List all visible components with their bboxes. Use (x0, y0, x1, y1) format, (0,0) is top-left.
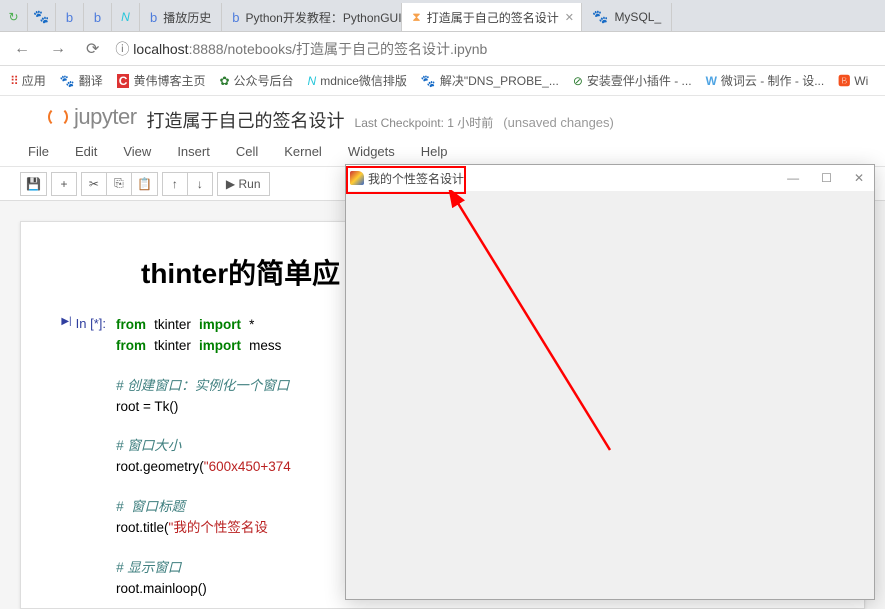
browser-tab-bar: ↻ 🐾 b b N b播放历史 bPython开发教程：PythonGUI图✕ … (0, 0, 885, 32)
tk-feather-icon (350, 171, 364, 185)
tab-label: 打造属于自己的签名设计 (427, 9, 559, 26)
menu-widgets[interactable]: Widgets (348, 144, 395, 159)
unsaved-label: (unsaved changes) (503, 115, 614, 130)
plus-icon: + (60, 177, 67, 191)
menu-view[interactable]: View (123, 144, 151, 159)
tk-title-bar[interactable]: 我的个性签名设计 — ☐ ✕ (346, 165, 874, 191)
tab-label: MySQL_ (614, 10, 661, 24)
run-icon: ▶ (226, 177, 235, 191)
url-bar: ← → ⟳ ⓘ localhost:8888/notebooks/打造属于自己的… (0, 32, 885, 66)
menu-edit[interactable]: Edit (75, 144, 97, 159)
tab-mysql[interactable]: 🐾MySQL_ (582, 3, 672, 31)
minimize-button[interactable]: — (781, 169, 805, 187)
menu-insert[interactable]: Insert (177, 144, 210, 159)
reload-button[interactable]: ⟳ (82, 37, 103, 61)
bookmark-item[interactable]: 🅱Wi (838, 72, 868, 89)
bookmark-item[interactable]: C黄伟博客主页 (117, 72, 206, 89)
menu-cell[interactable]: Cell (236, 144, 258, 159)
bookmark-item[interactable]: 🐾翻译 (60, 72, 103, 89)
move-down-button[interactable]: ↓ (187, 172, 213, 196)
run-button[interactable]: ▶ Run (217, 172, 270, 196)
cut-icon: ✂ (89, 177, 99, 191)
tab-label: Python开发教程：PythonGUI图 (245, 9, 402, 26)
info-icon: ⓘ (115, 41, 129, 57)
pinned-tab[interactable]: ↻ (0, 3, 28, 31)
bookmark-item[interactable]: Nmdnice微信排版 (308, 72, 407, 89)
forward-button[interactable]: → (46, 38, 70, 60)
save-button[interactable]: 💾 (20, 172, 47, 196)
save-icon: 💾 (26, 177, 41, 191)
pinned-tab[interactable]: 🐾 (28, 3, 56, 31)
bookmark-item[interactable]: 🐾解决"DNS_PROBE_... (421, 72, 559, 89)
menu-file[interactable]: File (28, 144, 49, 159)
add-cell-button[interactable]: + (51, 172, 77, 196)
menu-bar: File Edit View Insert Cell Kernel Widget… (0, 137, 885, 167)
copy-icon: ⎘ (114, 176, 124, 191)
pinned-tab[interactable]: N (112, 3, 140, 31)
copy-button[interactable]: ⎘ (106, 172, 132, 196)
url-display[interactable]: ⓘ localhost:8888/notebooks/打造属于自己的签名设计.i… (115, 39, 487, 59)
code-content[interactable]: from tkinter import * from tkinter impor… (116, 316, 291, 600)
cell-prompt: ▶|In [*]: (21, 316, 116, 600)
jupyter-logo[interactable]: jupyter (48, 104, 137, 130)
bookmark-item[interactable]: W微词云 - 制作 - 设... (706, 72, 825, 89)
menu-help[interactable]: Help (421, 144, 448, 159)
tkinter-window[interactable]: 我的个性签名设计 — ☐ ✕ (345, 164, 875, 600)
cut-button[interactable]: ✂ (81, 172, 107, 196)
tab-signature-design[interactable]: ⧗打造属于自己的签名设计✕ (402, 3, 582, 31)
bookmarks-bar: ⠿应用 🐾翻译 C黄伟博客主页 ✿公众号后台 Nmdnice微信排版 🐾解决"D… (0, 66, 885, 96)
pinned-tab[interactable]: b (56, 3, 84, 31)
pinned-tab[interactable]: b (84, 3, 112, 31)
close-icon[interactable]: ✕ (565, 11, 574, 24)
checkpoint-info: Last Checkpoint: 1 小时前 (355, 114, 494, 131)
bookmark-item[interactable]: ⊘安装壹伴小插件 - ... (573, 72, 692, 89)
apps-button[interactable]: ⠿应用 (10, 72, 46, 89)
menu-kernel[interactable]: Kernel (284, 144, 322, 159)
paste-button[interactable]: 📋 (131, 172, 158, 196)
jupyter-header: jupyter 打造属于自己的签名设计 Last Checkpoint: 1 小… (0, 96, 885, 137)
tab-python-tutorial[interactable]: bPython开发教程：PythonGUI图✕ (222, 3, 402, 31)
maximize-button[interactable]: ☐ (815, 169, 838, 187)
tk-window-title: 我的个性签名设计 (368, 170, 464, 187)
bookmark-item[interactable]: ✿公众号后台 (219, 72, 293, 89)
up-icon: ↑ (172, 177, 178, 191)
paste-icon: 📋 (137, 177, 152, 191)
run-cell-icon[interactable]: ▶| (61, 316, 71, 327)
back-button[interactable]: ← (10, 38, 34, 60)
notebook-title[interactable]: 打造属于自己的签名设计 (147, 107, 345, 133)
down-icon: ↓ (197, 177, 203, 191)
close-button[interactable]: ✕ (848, 169, 870, 187)
tab-label: 播放历史 (163, 9, 211, 26)
move-up-button[interactable]: ↑ (162, 172, 188, 196)
tab-history[interactable]: b播放历史 (140, 3, 222, 31)
